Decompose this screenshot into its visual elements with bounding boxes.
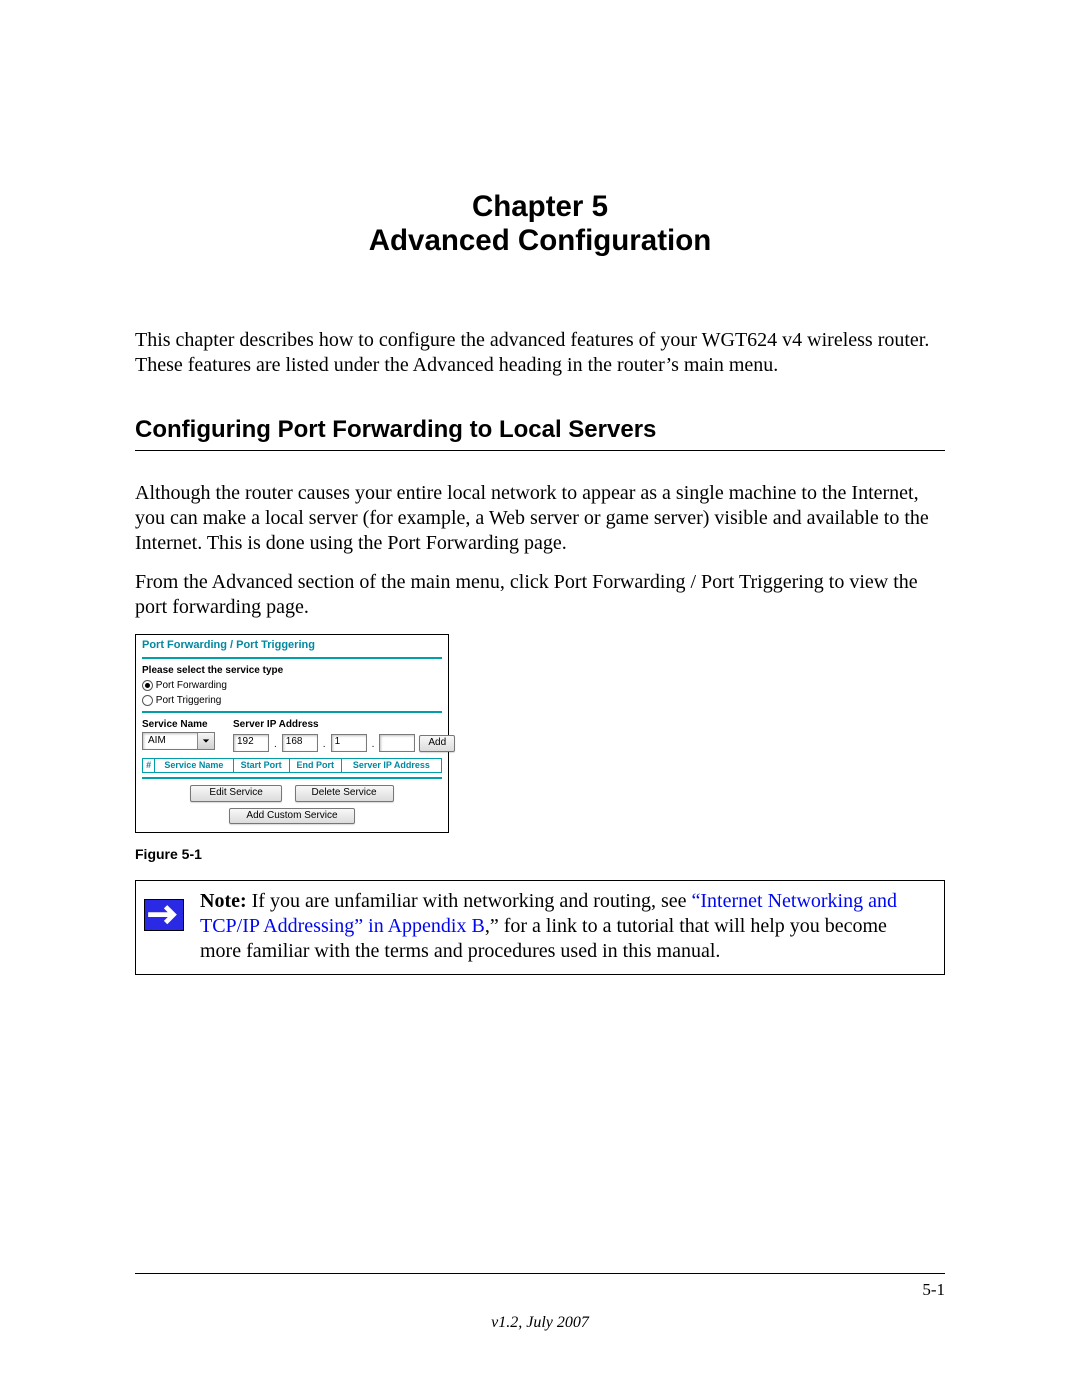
col-service-name: Service Name — [155, 758, 233, 772]
chapter-title: Advanced Configuration — [135, 224, 945, 258]
note-text: Note: If you are unfamiliar with network… — [200, 889, 932, 964]
col-server-ip: Server IP Address — [341, 758, 441, 772]
note-text-1: If you are unfamiliar with networking an… — [247, 890, 692, 912]
ip-field-4[interactable] — [379, 734, 415, 752]
panel-rule-3 — [142, 777, 442, 779]
section-heading: Configuring Port Forwarding to Local Ser… — [135, 416, 945, 444]
panel-rule-2 — [142, 711, 442, 713]
intro-paragraph: This chapter describes how to configure … — [135, 328, 945, 378]
service-name-select[interactable]: AIM — [142, 732, 215, 750]
service-name-label: Service Name — [142, 719, 215, 732]
col-start-port: Start Port — [233, 758, 289, 772]
figure-caption: Figure 5-1 — [135, 846, 945, 862]
add-custom-service-button[interactable]: Add Custom Service — [229, 808, 354, 825]
manual-page: Chapter 5 Advanced Configuration This ch… — [0, 0, 1080, 1397]
radio-port-triggering[interactable] — [142, 695, 153, 706]
chevron-down-icon — [197, 733, 214, 749]
version-info: v1.2, July 2007 — [135, 1314, 945, 1332]
col-end-port: End Port — [289, 758, 341, 772]
section-paragraph-2: From the Advanced section of the main me… — [135, 570, 945, 620]
add-button[interactable]: Add — [419, 735, 455, 752]
page-footer: 5-1 v1.2, July 2007 — [135, 1273, 945, 1332]
footer-rule — [135, 1273, 945, 1274]
edit-service-button[interactable]: Edit Service — [190, 785, 281, 802]
section-rule — [135, 450, 945, 451]
radio-port-forwarding[interactable] — [142, 680, 153, 691]
section-paragraph-1: Although the router causes your entire l… — [135, 481, 945, 556]
ip-dot: . — [323, 739, 326, 752]
ip-field-1[interactable]: 192 — [233, 734, 269, 752]
panel-title: Port Forwarding / Port Triggering — [142, 639, 315, 651]
select-service-label: Please select the service type — [142, 665, 442, 678]
delete-service-button[interactable]: Delete Service — [295, 785, 394, 802]
ip-dot: . — [274, 739, 277, 752]
router-screenshot: Port Forwarding / Port Triggering Please… — [135, 634, 449, 833]
ip-field-2[interactable]: 168 — [282, 734, 318, 752]
radio-port-forwarding-label: Port Forwarding — [156, 680, 227, 691]
forwarding-table: # Service Name Start Port End Port Serve… — [142, 758, 442, 773]
ip-dot: . — [372, 739, 375, 752]
ip-field-3[interactable]: 1 — [331, 734, 367, 752]
chapter-number: Chapter 5 — [135, 190, 945, 224]
radio-port-triggering-label: Port Triggering — [156, 695, 222, 706]
panel-rule — [142, 657, 442, 659]
col-num: # — [143, 758, 155, 772]
service-selected-value: AIM — [143, 735, 197, 748]
server-ip-label: Server IP Address — [233, 719, 455, 732]
note-box: Note: If you are unfamiliar with network… — [135, 880, 945, 975]
page-number: 5-1 — [922, 1280, 945, 1300]
note-bold: Note: — [200, 890, 247, 912]
arrow-right-icon — [144, 899, 184, 931]
